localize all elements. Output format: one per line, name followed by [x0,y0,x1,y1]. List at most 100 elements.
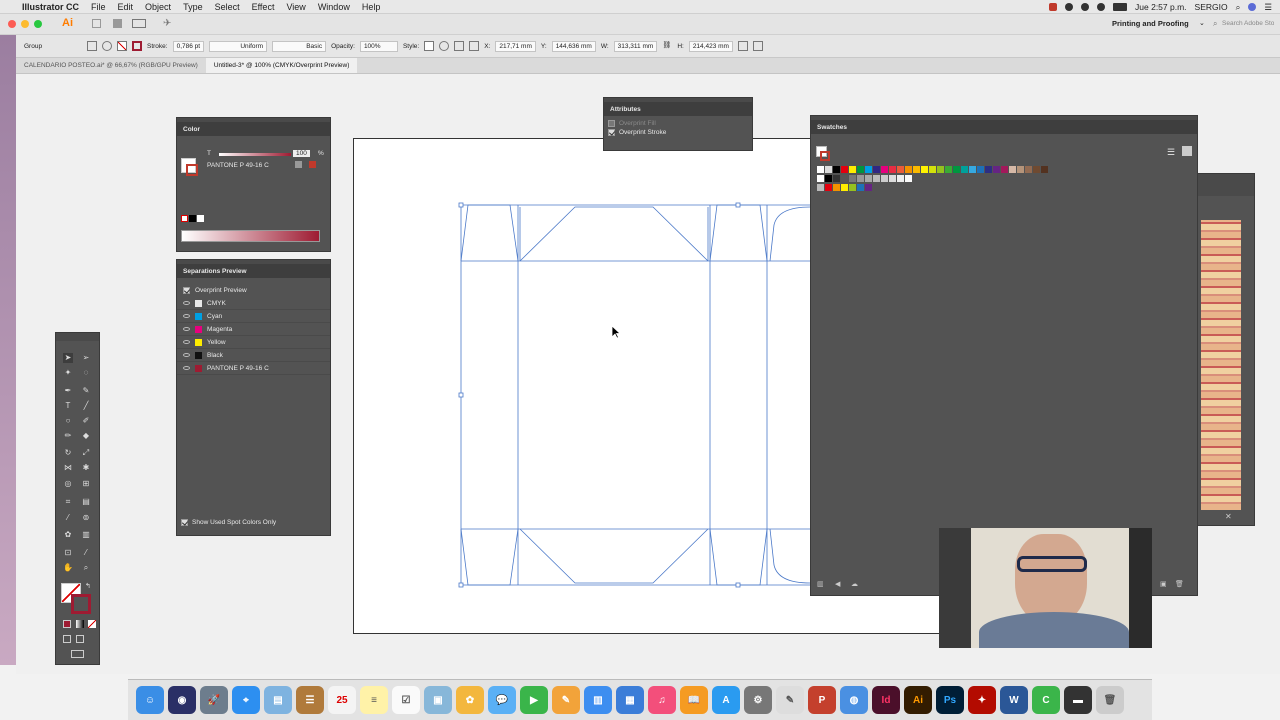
width-tool-icon[interactable]: ⋈ [63,463,73,473]
menu-file[interactable]: File [85,2,112,12]
image-capture-icon[interactable]: ▣ [424,686,452,714]
swatch[interactable] [849,175,856,182]
itunes-icon[interactable]: ♫ [648,686,676,714]
overprint-preview-checkbox[interactable] [183,287,190,294]
stock-icon[interactable] [113,19,122,28]
swatch[interactable] [905,175,912,182]
gradient-mode-icon[interactable] [76,620,84,628]
recolor-icon[interactable] [102,41,112,51]
delete-swatch-icon[interactable]: 🗑 [1175,580,1184,588]
attributes-panel-title[interactable]: Attributes [604,102,752,116]
workspace-switcher[interactable]: Printing and Proofing [1112,19,1189,28]
box-dieline[interactable] [440,195,820,595]
ellipse-tool-icon[interactable]: ○ [63,416,73,426]
siri-icon[interactable]: ◉ [168,686,196,714]
photos-icon[interactable]: ✿ [456,686,484,714]
contacts-icon[interactable]: ☰ [296,686,324,714]
mesh-tool-icon[interactable]: ⌗ [63,497,73,507]
eraser-tool-icon[interactable]: ◆ [81,431,91,441]
swatch[interactable] [825,166,832,173]
menu-object[interactable]: Object [139,2,177,12]
reminders-icon[interactable]: ☑ [392,686,420,714]
tab-calendario[interactable]: CALENDARIO POSTEO.ai* @ 66,67% (RGB/GPU … [16,58,206,73]
swatch[interactable] [889,175,896,182]
close-icon[interactable]: ✕ [1225,512,1232,521]
stroke-weight-input[interactable]: 0,786 pt [172,40,205,52]
rotate-tool-icon[interactable]: ↻ [63,448,73,458]
menu-window[interactable]: Window [312,2,356,12]
magic-wand-tool-icon[interactable]: ✦ [63,368,73,378]
w-input[interactable]: 313,311 mm [613,40,658,52]
swatch[interactable] [969,166,976,173]
swatch[interactable] [1009,166,1016,173]
swatch[interactable] [857,166,864,173]
calendar-icon[interactable]: 25 [328,686,356,714]
close-window-button[interactable] [8,20,16,28]
swap-icon[interactable]: ↰ [85,582,91,590]
brush-select[interactable]: Basic [272,40,327,52]
separation-row[interactable]: PANTONE P 49-16 C [177,362,330,375]
clock[interactable]: Jue 2:57 p.m. [1135,2,1187,12]
siri-icon[interactable] [1248,3,1257,11]
curvature-tool-icon[interactable]: ✎ [81,386,91,396]
swatches-panel-title[interactable]: Swatches [811,120,1197,134]
facetime-icon[interactable]: ▶ [520,686,548,714]
y-input[interactable]: 144,636 mm [551,40,596,52]
hand-tool-icon[interactable]: ✋ [63,563,73,573]
separation-row[interactable]: Magenta [177,323,330,336]
swatch[interactable] [817,175,824,182]
overprint-preview-toggle[interactable]: Overprint Preview [177,284,330,297]
chevron-down-icon[interactable]: ⌄ [1199,19,1205,27]
swatch[interactable] [1017,166,1024,173]
x-input[interactable]: 217,71 mm [495,40,536,52]
eye-icon[interactable] [183,314,190,318]
eye-icon[interactable] [183,340,190,344]
swatch[interactable] [897,175,904,182]
chrome-icon[interactable]: ◍ [840,686,868,714]
trash-icon[interactable]: 🗑 [1096,686,1124,714]
paintbrush-tool-icon[interactable]: ✐ [81,416,91,426]
transform-icon[interactable] [469,41,480,51]
swatch[interactable] [945,166,952,173]
menu-app-name[interactable]: Illustrator CC [16,2,85,12]
color-mode-icon[interactable] [63,620,71,628]
fill-swatch[interactable] [117,41,127,51]
swatch[interactable] [889,166,896,173]
swatch-library-grid[interactable] [1201,220,1241,510]
swatch[interactable] [841,166,848,173]
bridge-icon[interactable] [92,19,101,28]
indesign-icon[interactable]: Id [872,686,900,714]
separations-panel-title[interactable]: Separations Preview [177,264,330,278]
align-to-icon[interactable] [87,41,97,51]
opacity-input[interactable]: 100% [359,40,398,52]
preview-icon[interactable]: ▤ [264,686,292,714]
word-icon[interactable]: W [1000,686,1028,714]
artboard-tool-icon[interactable]: ⊡ [63,548,73,558]
white-swatch[interactable] [197,215,204,222]
screen-mode-icon[interactable] [71,650,84,658]
none-swatch[interactable] [181,215,188,222]
slice-tool-icon[interactable]: ⁄ [81,548,91,558]
direct-selection-tool-icon[interactable]: ➢ [81,353,91,363]
add-swatch-icon[interactable]: ◀ [835,580,840,588]
launchpad-icon[interactable]: 🚀 [200,686,228,714]
notes-icon[interactable]: ≡ [360,686,388,714]
safari-icon[interactable]: ⌖ [232,686,260,714]
swatch[interactable] [1025,166,1032,173]
tab-untitled-3[interactable]: Untitled-3* @ 100% (CMYK/Overprint Previ… [205,58,358,73]
tint-slider[interactable] [219,153,291,156]
cloud-icon[interactable]: ☁ [851,580,858,588]
eye-icon[interactable] [183,301,190,305]
tint-input[interactable]: 100 [293,150,310,157]
swatch[interactable] [841,184,848,191]
pages-icon[interactable]: ✎ [552,686,580,714]
none-mode-icon[interactable] [88,620,96,628]
stock-search-input[interactable]: Search Adobe Stock [1222,20,1274,27]
spot-color-icon[interactable] [295,161,302,168]
menu-list-icon[interactable]: ☰ [1264,2,1272,13]
swatch-libraries-icon[interactable]: ▥ [817,580,824,588]
swatch[interactable] [873,175,880,182]
swatch[interactable] [881,166,888,173]
pencil-tool-icon[interactable]: ✏ [63,431,73,441]
swatch[interactable] [833,184,840,191]
